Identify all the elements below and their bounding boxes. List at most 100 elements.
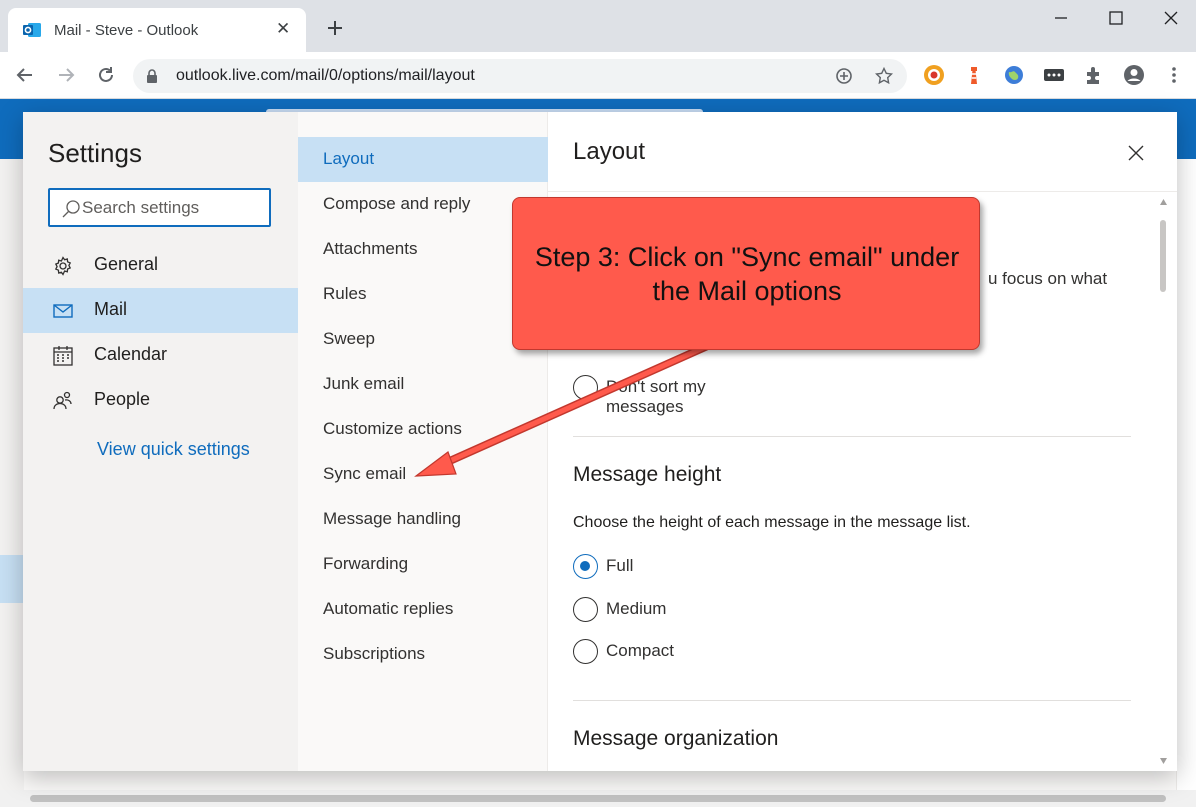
profile-avatar-icon[interactable] [1123,64,1145,86]
gear-icon [54,256,72,276]
category-mail[interactable]: Mail [23,288,298,333]
category-label: Calendar [94,344,168,364]
radio-label: Don't sort my messages [606,377,706,416]
forward-icon[interactable] [55,64,77,86]
option-label: Automatic replies [323,599,454,618]
extension-dots-icon[interactable] [1043,64,1065,86]
browser-toolbar: outlook.live.com/mail/0/options/mail/lay… [0,52,1196,99]
zoom-plus-icon[interactable] [835,67,853,85]
mail-icon [53,304,73,318]
radio-medium[interactable]: Medium [573,596,773,624]
horizontal-scrollbar[interactable] [0,790,1196,807]
back-icon[interactable] [14,64,36,86]
option-customize-actions[interactable]: Customize actions [298,407,548,452]
option-message-handling[interactable]: Message handling [298,497,548,542]
tab-title: Mail - Steve - Outlook [54,22,199,39]
option-label: Layout [323,149,375,168]
vertical-scrollbar-thumb[interactable] [1160,220,1166,292]
extension-globe-icon[interactable] [1003,64,1025,86]
option-label: Junk email [323,374,405,393]
category-people[interactable]: People [23,378,298,423]
option-label: Customize actions [323,419,462,438]
option-junk-email[interactable]: Junk email [298,362,548,407]
option-label: Subscriptions [323,644,426,663]
people-icon [53,391,72,410]
bookmark-star-icon[interactable] [875,67,893,85]
lock-icon [147,69,157,83]
option-rules[interactable]: Rules [298,272,548,317]
radio-label: Full [606,556,634,575]
radio-label: Compact [606,641,675,660]
option-label: Forwarding [323,554,409,573]
message-organization-heading: Message organization [573,727,779,750]
extension-lighthouse-icon[interactable] [963,64,985,86]
browser-tab[interactable]: Mail - Steve - Outlook ✕ [8,8,306,52]
close-icon[interactable] [1125,142,1147,164]
window-close-icon[interactable] [1148,8,1194,30]
radio-compact[interactable]: Compact [573,638,773,666]
option-label: Attachments [323,239,418,258]
option-automatic-replies[interactable]: Automatic replies [298,587,548,632]
calendar-icon [53,346,73,366]
option-forwarding[interactable]: Forwarding [298,542,548,587]
extension-eye-icon[interactable] [923,64,945,86]
option-label: Sweep [323,329,375,348]
option-layout[interactable]: Layout [298,137,548,182]
message-height-description: Choose the height of each message in the… [573,514,971,531]
tab-close-icon[interactable]: ✕ [276,19,290,39]
annotation-text: Step 3: Click on "Sync email" under the … [534,242,960,306]
category-label: General [94,254,159,274]
option-label: Message handling [323,509,461,528]
background-folder-rail [0,159,24,793]
browser-menu-icon[interactable] [1163,64,1185,86]
option-label: Sync email [323,464,407,483]
extensions-puzzle-icon[interactable] [1083,64,1105,86]
option-label: Compose and reply [323,194,471,213]
scroll-down-arrow-icon[interactable] [1159,757,1168,765]
category-calendar[interactable]: Calendar [23,333,298,378]
radio-circle [573,597,598,622]
option-subscriptions[interactable]: Subscriptions [298,632,548,677]
radio-full[interactable]: Full [573,553,773,581]
search-icon [62,200,80,218]
search-settings-input[interactable] [82,197,262,219]
category-label: Mail [94,299,128,319]
background-right-strip [1176,159,1196,793]
radio-circle [573,375,598,400]
radio-label: Medium [606,599,667,618]
option-label: Rules [323,284,367,303]
settings-categories-panel: Settings General Mail Calendar People Vi… [23,112,298,771]
new-tab-icon[interactable] [324,17,346,39]
search-settings-box[interactable] [48,188,271,227]
pane-header-divider [548,191,1177,192]
option-compose-and-reply[interactable]: Compose and reply [298,182,548,227]
pane-title: Layout [573,138,646,165]
background-selected-folder [0,555,24,603]
focused-inbox-description-fragment: u focus on what [988,269,1108,288]
option-sweep[interactable]: Sweep [298,317,548,362]
radio-circle [573,554,598,579]
minimize-icon[interactable] [1038,8,1084,30]
scroll-up-arrow-icon[interactable] [1159,198,1168,206]
reload-icon[interactable] [95,64,117,86]
radio-selected-dot [580,561,590,571]
section-divider [573,436,1131,437]
horizontal-scrollbar-thumb[interactable] [30,795,1166,802]
option-attachments[interactable]: Attachments [298,227,548,272]
radio-circle [573,639,598,664]
mail-options-panel: Layout Compose and reply Attachments Rul… [298,112,548,771]
maximize-icon[interactable] [1093,8,1139,30]
category-label: People [94,389,151,409]
view-quick-settings-link[interactable]: View quick settings [97,439,250,460]
option-sync-email[interactable]: Sync email [298,452,548,497]
url-text: outlook.live.com/mail/0/options/mail/lay… [176,67,475,84]
category-general[interactable]: General [23,243,298,288]
section-divider [573,700,1131,701]
browser-tabstrip: Mail - Steve - Outlook ✕ [0,0,1196,52]
settings-title: Settings [48,138,142,168]
radio-dont-sort[interactable]: Don't sort my messages [573,374,773,416]
outlook-icon [23,23,41,37]
message-height-heading: Message height [573,463,722,486]
annotation-callout: Step 3: Click on "Sync email" under the … [512,197,980,350]
address-bar[interactable]: outlook.live.com/mail/0/options/mail/lay… [133,59,907,93]
